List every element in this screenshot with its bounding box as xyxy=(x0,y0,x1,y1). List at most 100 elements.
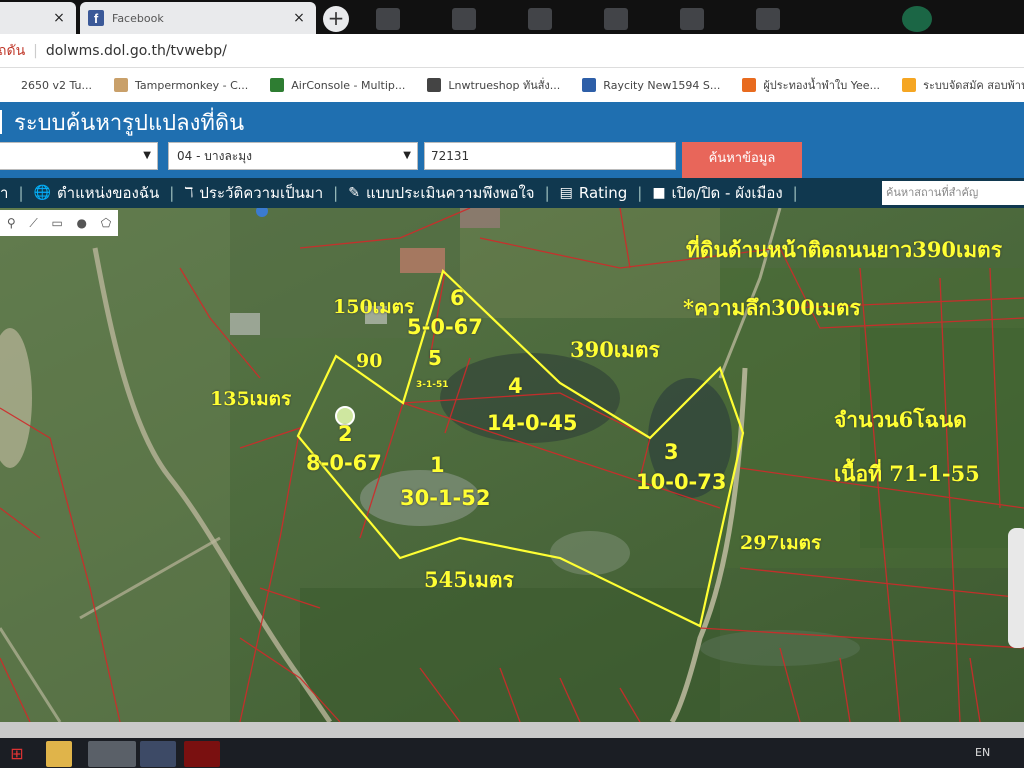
map-side-control[interactable] xyxy=(1008,528,1024,648)
place-search-input[interactable]: ค้นหาสถานที่สำคัญ xyxy=(882,181,1024,205)
app-title: ระบบค้นหารูปแปลงที่ดิน xyxy=(14,110,245,136)
bookmark-favicon-icon xyxy=(270,78,285,92)
depth-label: *ความลึก300เมตร xyxy=(683,295,861,320)
bookmark-label: Tampermonkey - C... xyxy=(135,78,249,92)
tab-favicon-icon[interactable] xyxy=(756,8,780,30)
line-tool-icon[interactable]: ⟋ xyxy=(29,216,37,231)
bookmark-favicon-icon xyxy=(902,78,917,92)
bookmark-item[interactable]: Raycity New1594 S... xyxy=(582,78,720,92)
menu-item-city-plan-toggle[interactable]: ■ เปิด/ปิด - ผังเมือง xyxy=(652,181,782,205)
province-select[interactable]: ▼ xyxy=(0,142,158,170)
menu-label: ำ xyxy=(0,184,9,202)
rect-tool-icon[interactable]: ▭ xyxy=(51,216,62,230)
parcel-number-input[interactable]: 72131 xyxy=(424,142,676,170)
edit-icon: ✎ xyxy=(348,185,360,201)
bookmarks-bar: 2650 v2 Tu... Tampermonkey - C... AirConso… xyxy=(0,68,1024,102)
bookmark-favicon-icon xyxy=(114,78,129,92)
search-row: ▼ 04 - บางละมุง ▼ 72131 ค้นหาข้อมูล xyxy=(0,142,1024,178)
file-explorer-icon[interactable] xyxy=(46,741,72,767)
deed-count-label: จำนวน6โฉนด xyxy=(834,407,967,432)
start-icon[interactable]: ⊞ xyxy=(0,741,34,767)
bookmark-item[interactable]: ผู้ประทองน้ำพำใบ Yee... xyxy=(742,76,880,94)
bookmark-favicon-icon xyxy=(427,78,442,92)
menu-item-rating[interactable]: ▤ Rating xyxy=(560,184,628,202)
plot-1-number: 1 xyxy=(430,453,445,477)
app-icon[interactable] xyxy=(184,741,220,767)
menu-item-survey[interactable]: ✎ แบบประเมินความพึงพอใจ xyxy=(348,181,534,205)
district-select[interactable]: 04 - บางละมุง ▼ xyxy=(168,142,418,170)
url-text[interactable]: dolwms.dol.go.th/tvwebp/ xyxy=(46,43,227,59)
menu-item-home[interactable]: ำ xyxy=(0,181,8,205)
bookmark-favicon-icon xyxy=(742,78,757,92)
plot-4-area: 14-0-45 xyxy=(487,411,578,435)
plot-2-number: 2 xyxy=(338,422,353,446)
tab-favicon-icon[interactable] xyxy=(452,8,476,30)
tab-favicon-icon[interactable] xyxy=(376,8,400,30)
bookmark-favicon-icon xyxy=(582,78,597,92)
tab-favicon-icon[interactable] xyxy=(528,8,552,30)
length-label-297: 297เมตร xyxy=(740,532,822,554)
facebook-icon: f xyxy=(88,10,104,26)
length-label-90: 90 xyxy=(356,350,383,372)
taskbar: ⊞ EN xyxy=(0,738,1024,768)
status-strip xyxy=(0,722,1024,738)
tab-strip: × f Facebook × + xyxy=(0,0,1024,34)
bookmark-label: Lnwtrueshop ทันสั่ง... xyxy=(448,79,561,92)
road-front-label: ที่ดินด้านหน้าติดถนนยาว390เมตร xyxy=(686,237,1002,262)
bookmark-label: Raycity New1594 S... xyxy=(603,78,721,92)
security-label: ถดัน xyxy=(0,42,26,59)
bookmark-item[interactable]: ระบบจัดสมัค สอบพ้าน... xyxy=(902,76,1024,94)
tab-title: Facebook xyxy=(112,11,164,25)
menu-item-my-location[interactable]: 🌐 ตำแหน่งของฉัน xyxy=(34,181,160,205)
polygon-tool-icon[interactable]: ⬠ xyxy=(101,216,111,230)
screen: × f Facebook × + ถดัน | dolwms.dol.go.th… xyxy=(0,0,1024,768)
close-icon[interactable]: × xyxy=(288,10,310,26)
tab-favicon-icon[interactable] xyxy=(680,8,704,30)
plot-5-number: 5 xyxy=(428,346,442,370)
length-label-150: 150เมตร xyxy=(333,296,415,318)
menu-label: ตำแหน่งของฉัน xyxy=(56,184,160,202)
bookmark-favicon-icon xyxy=(0,78,14,92)
bookmark-label: ผู้ประทองน้ำพำใบ Yee... xyxy=(763,79,881,92)
menu-divider: | xyxy=(18,184,24,202)
language-indicator[interactable]: EN xyxy=(975,746,990,759)
history-icon: ℸ xyxy=(184,185,194,201)
address-separator: | xyxy=(33,42,38,59)
bookmark-label: ระบบจัดสมัค สอบพ้าน... xyxy=(923,79,1024,92)
close-icon[interactable]: × xyxy=(48,10,70,26)
address-bar[interactable]: ถดัน | dolwms.dol.go.th/tvwebp/ xyxy=(0,34,1024,68)
bookmark-item[interactable]: 2650 v2 Tu... xyxy=(0,78,92,92)
plot-6-area: 5-0-67 xyxy=(407,315,483,339)
bookmark-item[interactable]: AirConsole - Multip... xyxy=(270,78,405,92)
bookmark-item[interactable]: Lnwtrueshop ทันสั่ง... xyxy=(427,76,560,94)
circle-tool-icon[interactable]: ● xyxy=(77,216,87,230)
dropdown-caret-icon: ▼ xyxy=(403,150,411,161)
total-area-label: เนื้อที่ 71-1-55 xyxy=(834,461,980,486)
bookmark-item[interactable]: Tampermonkey - C... xyxy=(114,78,248,92)
length-label-390: 390เมตร xyxy=(570,337,660,362)
plot-2-area: 8-0-67 xyxy=(306,451,382,475)
map-drawing-toolbar: ⚲ ⟋ ▭ ● ⬠ xyxy=(0,210,118,236)
menu-divider: | xyxy=(333,184,339,202)
menu-label: แบบประเมินความพึงพอใจ xyxy=(365,184,535,202)
browser-tab[interactable]: × xyxy=(0,2,76,34)
new-tab-button[interactable]: + xyxy=(323,6,349,32)
plot-1-area: 30-1-52 xyxy=(400,486,491,510)
profile-icon[interactable] xyxy=(902,6,932,32)
app-icon[interactable] xyxy=(140,741,176,767)
chart-icon: ▤ xyxy=(559,185,573,201)
pin-tool-icon[interactable]: ⚲ xyxy=(7,216,16,230)
menu-divider: | xyxy=(169,184,175,202)
menu-label: Rating xyxy=(578,184,628,202)
plot-3-number: 3 xyxy=(664,440,679,464)
chrome-icon[interactable] xyxy=(88,741,136,767)
search-button[interactable]: ค้นหาข้อมูล xyxy=(682,142,802,178)
browser-tab-facebook[interactable]: f Facebook × xyxy=(80,2,316,34)
length-label-135: 135เมตร xyxy=(210,388,292,410)
dropdown-caret-icon: ▼ xyxy=(143,150,151,161)
menu-divider: | xyxy=(544,184,550,202)
menu-item-history[interactable]: ℸ ประวัติความเป็นมา xyxy=(184,181,323,205)
map-view[interactable]: ⚲ ⟋ ▭ ● ⬠ ที่ดินด้านหน้าติดถนนยาว390เมตร… xyxy=(0,208,1024,722)
tab-favicon-icon[interactable] xyxy=(604,8,628,30)
menu-divider: | xyxy=(637,184,643,202)
